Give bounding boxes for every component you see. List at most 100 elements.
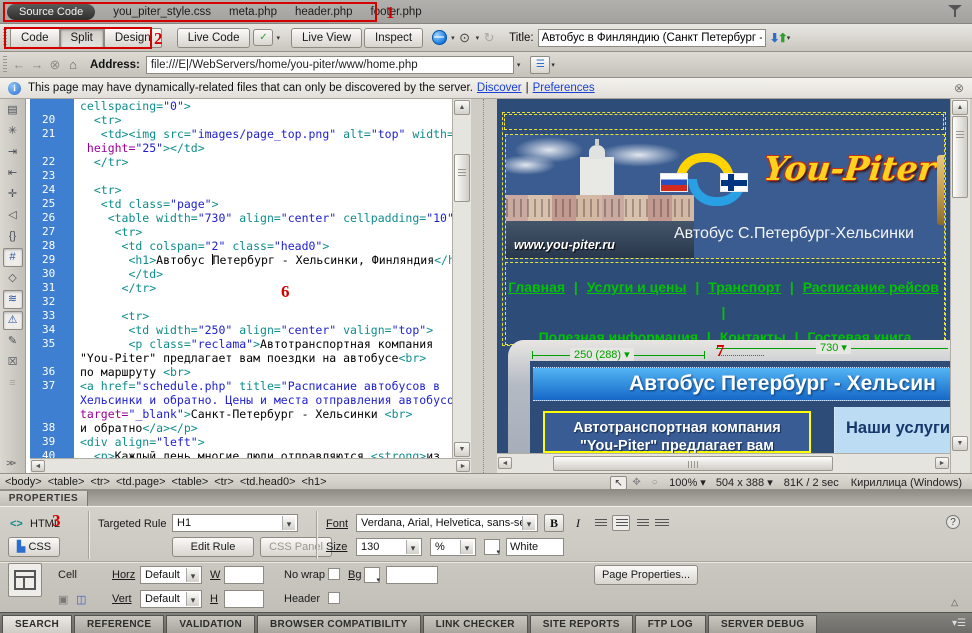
tab-properties[interactable]: PROPERTIES (0, 491, 88, 506)
design-canvas[interactable]: www.you-piter.ru You-Piter Автобус С.Пет… (497, 99, 950, 453)
header-checkbox[interactable] (328, 592, 340, 604)
code-horizontal-scrollbar[interactable]: ◄ ► (30, 458, 471, 473)
collapse-selection-icon[interactable]: ⇤ (3, 164, 23, 183)
targeted-rule-combo[interactable]: H1 (172, 514, 298, 532)
site-banner[interactable]: www.you-piter.ru You-Piter Автобус С.Пет… (505, 134, 945, 259)
visual-aids-icon[interactable]: ⊙ (455, 30, 475, 46)
results-tab-link-checker[interactable]: LINK CHECKER (423, 615, 528, 633)
align-center-icon[interactable] (612, 515, 630, 531)
css-panel-button[interactable]: CSS Panel (260, 537, 332, 557)
design-vertical-scrollbar[interactable]: ▲ ▼ (950, 99, 970, 473)
site-menu[interactable]: Главная | Услуги и цены | Транспорт | Ра… (505, 262, 945, 345)
menu-link[interactable]: Услуги и цены (587, 279, 687, 295)
balance-braces-icon[interactable]: {} (3, 227, 23, 246)
design-hscroll-thumb[interactable] (553, 456, 833, 471)
syntax-error-alerts-icon[interactable]: ⚠ (3, 311, 23, 330)
column-width-250[interactable]: 250 (288) ▾ (570, 348, 634, 361)
menu-link[interactable]: Расписание рейсов (803, 279, 939, 295)
align-right-icon[interactable] (632, 515, 650, 531)
menu-link[interactable]: Транспорт (708, 279, 781, 295)
preferences-link[interactable]: Preferences (533, 82, 595, 94)
remove-comment-icon[interactable]: ☒ (3, 353, 23, 372)
results-tab-ftp-log[interactable]: FTP LOG (635, 615, 706, 633)
design-scroll-up-icon[interactable]: ▲ (952, 100, 968, 115)
menu-link[interactable]: Главная (508, 279, 565, 295)
show-more-icons[interactable]: ≫ (6, 459, 16, 468)
split-view-divider[interactable] (471, 99, 497, 473)
code-scroll-thumb[interactable] (454, 154, 470, 202)
tag-selector-item[interactable]: <tr> (214, 476, 234, 488)
css-mode-button[interactable]: ▙ CSS (8, 537, 60, 557)
design-horizontal-scrollbar[interactable]: ◄ ► (497, 453, 950, 473)
results-tab-reference[interactable]: REFERENCE (74, 615, 164, 633)
apply-comment-icon[interactable]: ✎ (3, 332, 23, 351)
help-icon[interactable]: ? (946, 515, 960, 529)
get-file-icon[interactable]: ⬇ (770, 31, 778, 45)
address-input[interactable] (146, 56, 514, 74)
zoom-tool-icon[interactable]: ○ (646, 476, 663, 490)
split-cell-icon[interactable]: ◫ (76, 593, 86, 606)
related-file-tab[interactable]: footer.php (371, 6, 422, 18)
forward-icon[interactable]: → (28, 57, 46, 72)
inspect-button[interactable]: Inspect (364, 28, 423, 48)
collapse-full-tag-icon[interactable]: ⇥ (3, 143, 23, 162)
highlight-invalid-code-icon[interactable]: ◇ (3, 269, 23, 288)
bg-color-swatch[interactable] (364, 567, 380, 583)
file-transfer-icons[interactable]: ⬇⬆ (770, 31, 786, 45)
bold-button[interactable]: B (544, 514, 564, 532)
page-heading[interactable]: Автобус Петербург - Хельсин (533, 367, 950, 401)
expand-all-icon[interactable]: ✛ (3, 185, 23, 204)
reclama-box[interactable]: Автотранспортная компания "You-Piter" пр… (543, 411, 811, 453)
merge-cells-icon[interactable]: ▣ (58, 593, 68, 606)
code-navigator-icon[interactable]: ✳ (3, 122, 23, 141)
refresh-icon[interactable]: ↻ (479, 30, 499, 46)
tag-selector-item[interactable]: <td.page> (116, 476, 166, 488)
collapse-panel-icon[interactable]: △ (951, 597, 958, 608)
page-content[interactable]: Автобус Петербург - Хельсин Автотранспор… (530, 361, 950, 453)
word-wrap-icon[interactable]: ≋ (3, 290, 23, 309)
unit-combo[interactable]: % (430, 538, 476, 556)
results-tab-validation[interactable]: VALIDATION (166, 615, 255, 633)
put-file-icon[interactable]: ⬆ (778, 31, 786, 45)
size-combo[interactable]: 130 (356, 538, 422, 556)
scroll-up-icon[interactable]: ▲ (454, 100, 470, 115)
results-tab-search[interactable]: SEARCH (2, 615, 72, 633)
align-left-icon[interactable] (592, 515, 610, 531)
stop-icon[interactable]: ⊗ (46, 57, 64, 73)
results-tab-browser-compatibility[interactable]: BROWSER COMPATIBILITY (257, 615, 421, 633)
panel-menu-icon[interactable]: ▾☰ (952, 618, 966, 629)
filter-icon[interactable] (948, 5, 962, 18)
title-input[interactable] (538, 29, 766, 47)
scroll-down-icon[interactable]: ▼ (454, 442, 470, 457)
design-vscroll-thumb[interactable] (952, 116, 968, 198)
tag-selector-item[interactable]: <table> (48, 476, 85, 488)
magnification-combo[interactable]: 100% ▾ (669, 476, 706, 489)
tag-selector-item[interactable]: <h1> (302, 476, 327, 488)
w-field[interactable] (224, 566, 264, 584)
font-combo[interactable]: Verdana, Arial, Helvetica, sans-serif (356, 514, 538, 532)
preview-in-browser-icon[interactable] (432, 30, 447, 45)
text-color-field[interactable]: White (506, 538, 564, 556)
live-code-button[interactable]: Live Code (177, 28, 251, 48)
italic-button[interactable]: I (568, 514, 588, 532)
back-icon[interactable]: ← (10, 57, 28, 72)
design-scroll-down-icon[interactable]: ▼ (952, 436, 968, 451)
format-source-code-icon[interactable]: ≡ (3, 374, 23, 393)
select-tool-icon[interactable]: ↖ (610, 476, 627, 490)
services-box[interactable]: Наши услуги (834, 407, 950, 453)
no-wrap-checkbox[interactable] (328, 568, 340, 580)
scroll-right-icon[interactable]: ► (456, 460, 470, 472)
tag-selector-item[interactable]: <tr> (90, 476, 110, 488)
tag-selector-item[interactable]: <table> (172, 476, 209, 488)
scroll-left-icon[interactable]: ◄ (31, 460, 45, 472)
vert-combo[interactable]: Default (140, 590, 202, 608)
code-vertical-scrollbar[interactable]: ▲ ▼ (452, 99, 471, 458)
hand-tool-icon[interactable]: ✥ (628, 476, 645, 490)
results-tab-server-debug[interactable]: SERVER DEBUG (708, 615, 817, 633)
select-parent-tag-icon[interactable]: ◁ (3, 206, 23, 225)
discover-link[interactable]: Discover (477, 82, 522, 94)
horz-combo[interactable]: Default (140, 566, 202, 584)
tag-selector-item[interactable]: <td.head0> (240, 476, 296, 488)
h-field[interactable] (224, 590, 264, 608)
bg-color-field[interactable] (386, 566, 438, 584)
